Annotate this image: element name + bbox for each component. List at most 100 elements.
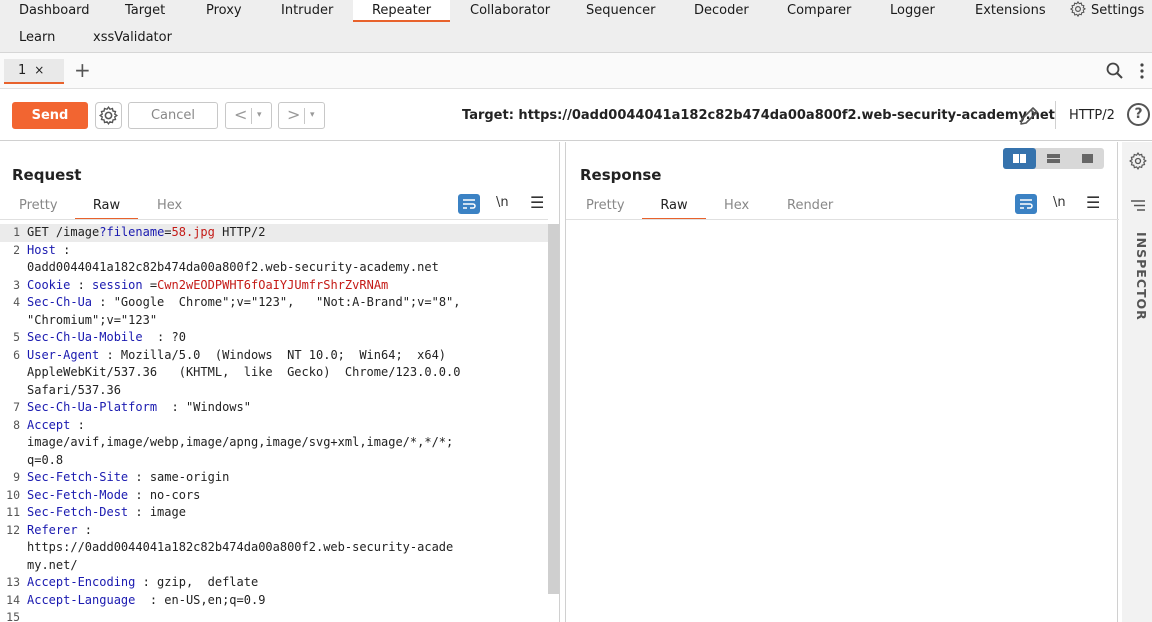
divider xyxy=(304,108,305,124)
word-wrap-icon[interactable] xyxy=(1015,194,1037,214)
inspector-label[interactable]: INSPECTOR xyxy=(1129,232,1149,321)
search-icon[interactable] xyxy=(1105,61,1125,81)
response-editor[interactable] xyxy=(566,224,1117,622)
hamburger-menu-icon[interactable]: ☰ xyxy=(1086,193,1100,212)
code-text: q=0.8 xyxy=(27,452,64,467)
request-tab-raw[interactable]: Raw xyxy=(75,198,138,220)
word-wrap-icon[interactable] xyxy=(458,194,480,214)
nav-repeater[interactable]: Repeater xyxy=(353,0,450,22)
code-text: Safari/537.36 xyxy=(27,382,121,397)
filter-lines-icon[interactable] xyxy=(1130,199,1146,213)
nav-settings[interactable]: Settings xyxy=(1069,0,1144,22)
editor-line[interactable]: https://0add0044041a182c82b474da00a800f2… xyxy=(0,539,548,557)
editor-line[interactable]: my.net/ xyxy=(0,557,548,575)
request-editor[interactable]: 1 GET /image?filename=58.jpg HTTP/2 2 Host … xyxy=(0,224,548,622)
tab-label: 1 xyxy=(18,63,27,78)
divider xyxy=(566,219,1119,220)
editor-line[interactable]: 14 Accept-Language : en-US,en;q=0.9 xyxy=(0,592,548,610)
http-version-toggle[interactable]: HTTP/2 xyxy=(1069,108,1115,123)
editor-line[interactable]: 7 Sec-Ch-Ua-Platform : "Windows" xyxy=(0,399,548,417)
main-nav: Dashboard Target Proxy Intruder Repeater… xyxy=(0,0,1152,53)
layout-tabs-icon[interactable] xyxy=(1071,148,1104,169)
layout-side-by-side-icon[interactable] xyxy=(1003,148,1036,169)
editor-line[interactable]: 10 Sec-Fetch-Mode : no-cors xyxy=(0,487,548,505)
editor-line[interactable]: 6 User-Agent : Mozilla/5.0 (Windows NT 10… xyxy=(0,347,548,365)
back-button[interactable]: < ▾ xyxy=(225,102,272,129)
nav-sequencer[interactable]: Sequencer xyxy=(586,0,655,22)
nav-xssvalidator[interactable]: xssValidator xyxy=(93,27,172,49)
editor-line[interactable]: 0add0044041a182c82b474da00a800f2.web-sec… xyxy=(0,259,548,277)
send-settings-button[interactable] xyxy=(95,102,122,129)
code-text: image/avif,image/webp,image/apng,image/s… xyxy=(27,435,454,449)
editor-line[interactable]: 15 xyxy=(0,609,548,622)
target-url[interactable]: Target: https://0add0044041a182c82b474da… xyxy=(462,108,1055,123)
code-text: = xyxy=(164,225,172,239)
header-name: Sec-Fetch-Mode xyxy=(27,487,129,502)
request-tab-hex[interactable]: Hex xyxy=(157,198,187,220)
nav-extensions[interactable]: Extensions xyxy=(975,0,1046,22)
response-tab-render[interactable]: Render xyxy=(787,198,837,220)
editor-line[interactable]: "Chromium";v="123" xyxy=(0,312,548,330)
param-value: Cwn2wEODPWHT6fOaIYJUmfrShrZvRNAm xyxy=(157,277,389,292)
nav-proxy[interactable]: Proxy xyxy=(206,0,242,22)
nav-settings-label: Settings xyxy=(1091,3,1145,18)
header-name: Sec-Ch-Ua xyxy=(27,295,93,309)
editor-line[interactable]: 5 Sec-Ch-Ua-Mobile : ?0 xyxy=(0,329,548,347)
nav-decoder[interactable]: Decoder xyxy=(694,0,749,22)
cancel-button[interactable]: Cancel xyxy=(128,102,218,129)
edit-target-icon[interactable] xyxy=(1017,104,1041,128)
forward-button[interactable]: > ▾ xyxy=(278,102,325,129)
line-code: Safari/537.36 xyxy=(27,382,121,400)
hamburger-menu-icon[interactable]: ☰ xyxy=(530,193,544,212)
editor-line[interactable]: 4 Sec-Ch-Ua : "Google Chrome";v="123", "N… xyxy=(0,294,548,312)
line-code: User-Agent : Mozilla/5.0 (Windows NT 10.… xyxy=(27,347,446,365)
request-scrollbar[interactable] xyxy=(548,224,559,594)
nav-target[interactable]: Target xyxy=(125,0,165,22)
header-name: Cookie xyxy=(27,277,71,292)
inspector-sidebar: INSPECTOR xyxy=(1122,142,1152,622)
send-button[interactable]: Send xyxy=(12,102,88,129)
editor-line[interactable]: image/avif,image/webp,image/apng,image/s… xyxy=(0,434,548,452)
editor-line[interactable]: 3 Cookie : session =Cwn2wEODPWHT6fOaIYJUm… xyxy=(0,277,548,295)
response-tab-pretty[interactable]: Pretty xyxy=(586,198,626,220)
add-tab-button[interactable]: + xyxy=(74,60,91,80)
editor-line[interactable]: 9 Sec-Fetch-Site : same-origin xyxy=(0,469,548,487)
editor-line[interactable]: 12 Referer : xyxy=(0,522,548,540)
editor-line[interactable]: 2 Host : xyxy=(0,242,548,260)
response-tab-hex[interactable]: Hex xyxy=(724,198,754,220)
tab-close-icon[interactable]: × xyxy=(34,63,44,77)
nav-intruder[interactable]: Intruder xyxy=(281,0,333,22)
nav-logger[interactable]: Logger xyxy=(890,0,935,22)
chevron-down-icon: ▾ xyxy=(310,110,315,120)
request-tab-pretty[interactable]: Pretty xyxy=(19,198,59,220)
show-newlines-button[interactable]: \n xyxy=(1053,195,1066,210)
show-newlines-button[interactable]: \n xyxy=(496,195,509,210)
response-title: Response xyxy=(580,166,662,184)
header-name: ?filename xyxy=(99,225,165,239)
line-number: 7 xyxy=(13,400,20,414)
nav-dashboard[interactable]: Dashboard xyxy=(19,0,90,22)
line-number: 3 xyxy=(13,277,20,292)
editor-line[interactable]: 1 GET /image?filename=58.jpg HTTP/2 xyxy=(0,224,548,242)
response-tab-raw[interactable]: Raw xyxy=(642,198,706,220)
gear-icon[interactable] xyxy=(1128,151,1148,171)
line-code: Referer : xyxy=(27,522,92,540)
help-icon[interactable]: ? xyxy=(1127,103,1150,126)
nav-learn[interactable]: Learn xyxy=(19,27,55,49)
editor-line[interactable]: 13 Accept-Encoding : gzip, deflate xyxy=(0,574,548,592)
editor-line[interactable]: q=0.8 xyxy=(0,452,548,470)
code-text: GET xyxy=(27,225,56,239)
layout-stacked-icon[interactable] xyxy=(1037,148,1070,169)
nav-collaborator[interactable]: Collaborator xyxy=(470,0,550,22)
line-number: 4 xyxy=(13,295,20,309)
more-options-icon[interactable] xyxy=(1138,62,1146,82)
line-number: 6 xyxy=(13,347,20,362)
repeater-tab-1[interactable]: 1 × xyxy=(4,59,64,84)
editor-line[interactable]: Safari/537.36 xyxy=(0,382,548,400)
editor-line[interactable]: 11 Sec-Fetch-Dest : image xyxy=(0,504,548,522)
editor-line[interactable]: 8 Accept : xyxy=(0,417,548,435)
nav-comparer[interactable]: Comparer xyxy=(787,0,851,22)
editor-line[interactable]: AppleWebKit/537.36 (KHTML, like Gecko) C… xyxy=(0,364,548,382)
line-number: 15 xyxy=(6,610,20,622)
line-code: Sec-Ch-Ua-Mobile : ?0 xyxy=(27,329,186,347)
